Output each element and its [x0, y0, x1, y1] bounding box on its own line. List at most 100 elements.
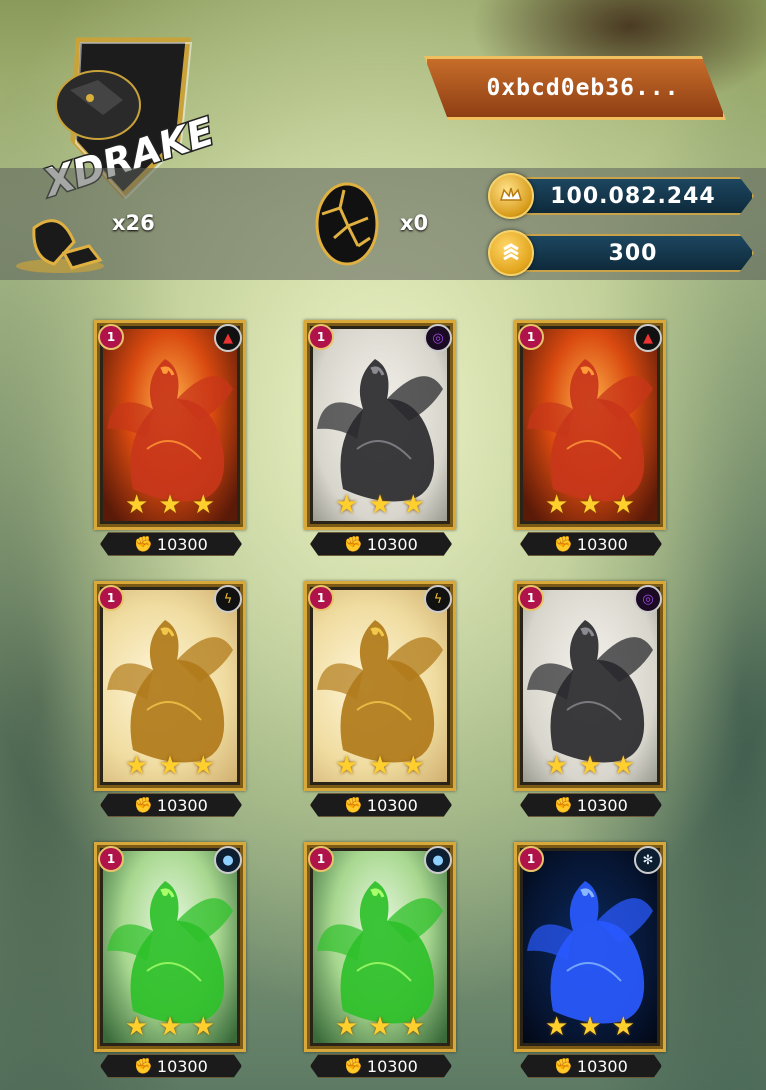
wallet-address-button[interactable]: 0xbcd0eb36... [424, 56, 726, 120]
shell-count: x26 [112, 211, 155, 235]
dragon-card[interactable]: 1 ✻ ★ ★ ★ ✊ 10300 [514, 842, 666, 1082]
star-icon: ★ [125, 1012, 149, 1042]
star-icon: ★ [368, 751, 392, 781]
card-power: ✊ 10300 [100, 1054, 242, 1078]
fist-icon: ✊ [554, 796, 573, 814]
card-power-value: 10300 [576, 534, 628, 554]
card-star-rating: ★ ★ ★ [514, 1014, 666, 1040]
star-icon: ★ [158, 751, 182, 781]
star-icon: ★ [335, 1012, 359, 1042]
dark-element-icon: ◎ [634, 585, 662, 613]
card-star-rating: ★ ★ ★ [94, 492, 246, 518]
ice-element-icon: ✻ [634, 846, 662, 874]
fist-icon: ✊ [344, 796, 363, 814]
card-power: ✊ 10300 [310, 532, 452, 556]
wallet-address: 0xbcd0eb36... [486, 75, 680, 101]
star-icon: ★ [368, 490, 392, 520]
dragon-card[interactable]: 1 ● ★ ★ ★ ✊ 10300 [94, 842, 246, 1082]
egg-count: x0 [400, 211, 429, 235]
dragon-card[interactable]: 1 ϟ ★ ★ ★ ✊ 10300 [304, 581, 456, 821]
card-star-rating: ★ ★ ★ [304, 753, 456, 779]
card-power-value: 10300 [366, 534, 418, 554]
dragon-egg-icon [315, 182, 379, 266]
dark-element-icon: ◎ [424, 324, 452, 352]
star-icon: ★ [578, 1012, 602, 1042]
star-icon: ★ [191, 751, 215, 781]
card-power-value: 10300 [156, 795, 208, 815]
card-star-rating: ★ ★ ★ [94, 753, 246, 779]
egg-item[interactable] [314, 178, 380, 268]
star-icon: ★ [578, 751, 602, 781]
star-icon: ★ [158, 490, 182, 520]
star-icon: ★ [545, 1012, 569, 1042]
card-level-badge: 1 [98, 324, 124, 350]
card-power: ✊ 10300 [520, 532, 662, 556]
card-power: ✊ 10300 [100, 532, 242, 556]
star-icon: ★ [335, 751, 359, 781]
dragon-card[interactable]: 1 ▲ ★ ★ ★ ✊ 10300 [514, 320, 666, 560]
gold-coin-icon [488, 173, 534, 219]
star-icon: ★ [158, 1012, 182, 1042]
card-power-value: 10300 [366, 1056, 418, 1076]
card-power: ✊ 10300 [520, 1054, 662, 1078]
card-level-badge: 1 [98, 846, 124, 872]
token-icon [488, 230, 534, 276]
star-icon: ★ [545, 490, 569, 520]
card-level-badge: 1 [98, 585, 124, 611]
card-star-rating: ★ ★ ★ [514, 753, 666, 779]
card-star-rating: ★ ★ ★ [304, 1014, 456, 1040]
lightning-element-icon: ϟ [424, 585, 452, 613]
fist-icon: ✊ [134, 1057, 153, 1075]
fist-icon: ✊ [344, 1057, 363, 1075]
card-power: ✊ 10300 [310, 793, 452, 817]
card-level-badge: 1 [308, 585, 334, 611]
star-icon: ★ [125, 490, 149, 520]
card-star-rating: ★ ★ ★ [514, 492, 666, 518]
star-icon: ★ [368, 1012, 392, 1042]
fire-element-icon: ▲ [634, 324, 662, 352]
card-level-badge: 1 [518, 585, 544, 611]
card-power-value: 10300 [156, 534, 208, 554]
water-element-icon: ● [214, 846, 242, 874]
shell-item[interactable] [14, 208, 106, 276]
dragon-card[interactable]: 1 ◎ ★ ★ ★ ✊ 10300 [514, 581, 666, 821]
fire-element-icon: ▲ [214, 324, 242, 352]
card-power-value: 10300 [366, 795, 418, 815]
dragon-card[interactable]: 1 ◎ ★ ★ ★ ✊ 10300 [304, 320, 456, 560]
dragon-card[interactable]: 1 ● ★ ★ ★ ✊ 10300 [304, 842, 456, 1082]
card-power: ✊ 10300 [100, 793, 242, 817]
star-icon: ★ [191, 1012, 215, 1042]
card-power-value: 10300 [576, 795, 628, 815]
star-icon: ★ [611, 490, 635, 520]
card-level-badge: 1 [518, 846, 544, 872]
star-icon: ★ [125, 751, 149, 781]
card-star-rating: ★ ★ ★ [304, 492, 456, 518]
card-level-badge: 1 [308, 324, 334, 350]
token-balance-value: 300 [512, 234, 754, 272]
card-power-value: 10300 [576, 1056, 628, 1076]
fist-icon: ✊ [134, 535, 153, 553]
fist-icon: ✊ [554, 1057, 573, 1075]
broken-shell-icon [16, 219, 104, 273]
lightning-element-icon: ϟ [214, 585, 242, 613]
star-icon: ★ [578, 490, 602, 520]
token-balance: 300 [488, 230, 758, 276]
star-icon: ★ [335, 490, 359, 520]
dragon-card[interactable]: 1 ϟ ★ ★ ★ ✊ 10300 [94, 581, 246, 821]
dragon-card[interactable]: 1 ▲ ★ ★ ★ ✊ 10300 [94, 320, 246, 560]
star-icon: ★ [611, 1012, 635, 1042]
star-icon: ★ [401, 751, 425, 781]
star-icon: ★ [611, 751, 635, 781]
card-level-badge: 1 [308, 846, 334, 872]
fist-icon: ✊ [554, 535, 573, 553]
water-element-icon: ● [424, 846, 452, 874]
card-level-badge: 1 [518, 324, 544, 350]
star-icon: ★ [401, 1012, 425, 1042]
star-icon: ★ [545, 751, 569, 781]
card-power-value: 10300 [156, 1056, 208, 1076]
star-icon: ★ [191, 490, 215, 520]
card-star-rating: ★ ★ ★ [94, 1014, 246, 1040]
fist-icon: ✊ [134, 796, 153, 814]
star-icon: ★ [401, 490, 425, 520]
fist-icon: ✊ [344, 535, 363, 553]
